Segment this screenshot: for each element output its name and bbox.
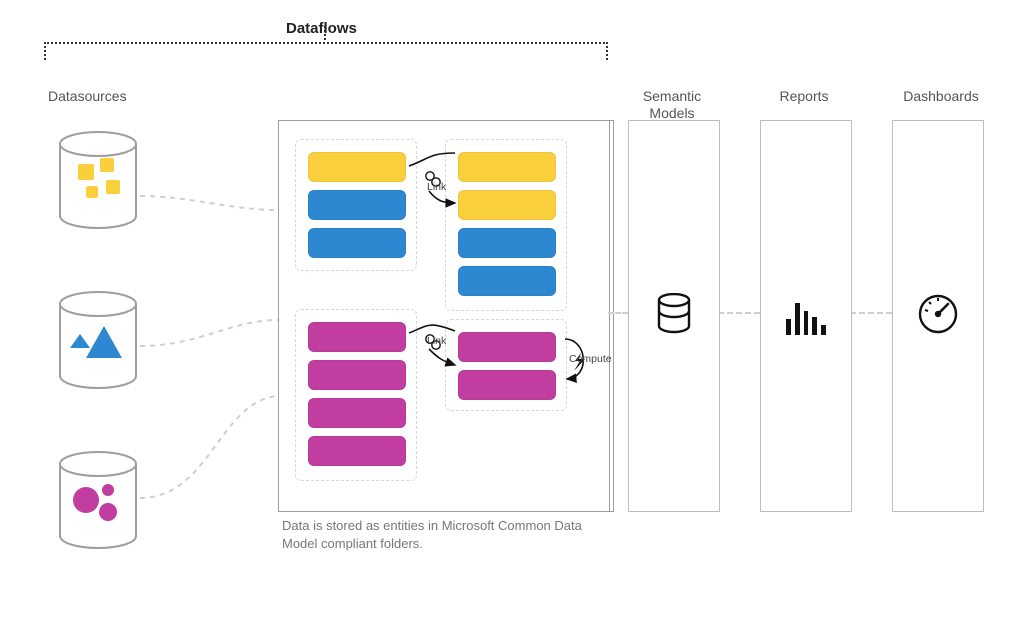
badge-compute: Compute (569, 353, 612, 365)
gauge-icon (917, 293, 959, 340)
entity-blue (458, 266, 556, 296)
entity-magenta (308, 322, 406, 352)
badge-link-2: Link (427, 335, 446, 347)
storage-footer-caption: Data is stored as entities in Microsoft … (282, 517, 608, 552)
entity-group-2 (445, 139, 567, 311)
entity-yellow (308, 152, 406, 182)
entity-magenta (308, 436, 406, 466)
dashboards-box (892, 120, 984, 512)
database-icon (656, 293, 692, 340)
entity-magenta (458, 370, 556, 400)
heading-reports: Reports (764, 88, 844, 105)
entity-blue (308, 228, 406, 258)
heading-datasources: Datasources (48, 88, 127, 105)
dataflows-bracket (44, 42, 608, 60)
datasource-magenta (56, 450, 140, 550)
connector-semantic-reports (718, 312, 760, 314)
entity-blue (458, 228, 556, 258)
dataflows-title: Dataflows (286, 20, 357, 37)
reports-box (760, 120, 852, 512)
datasource-yellow (56, 130, 140, 230)
connector-reports-dashboards (850, 312, 892, 314)
entity-group-1 (295, 139, 417, 271)
entity-group-4 (445, 319, 567, 411)
entity-group-3 (295, 309, 417, 481)
entity-magenta (308, 398, 406, 428)
entity-magenta (458, 332, 556, 362)
entity-magenta (308, 360, 406, 390)
connector-storage-semantic (608, 312, 628, 314)
datasource-blue (56, 290, 140, 390)
storage-box: Link Link Compute (278, 120, 610, 512)
bar-chart-icon (786, 297, 826, 335)
heading-dashboards: Dashboards (896, 88, 986, 105)
entity-yellow (458, 190, 556, 220)
entity-yellow (458, 152, 556, 182)
entity-blue (308, 190, 406, 220)
heading-semantic-models: Semantic Models (632, 88, 712, 122)
semantic-models-box (628, 120, 720, 512)
badge-link-1: Link (427, 181, 446, 193)
